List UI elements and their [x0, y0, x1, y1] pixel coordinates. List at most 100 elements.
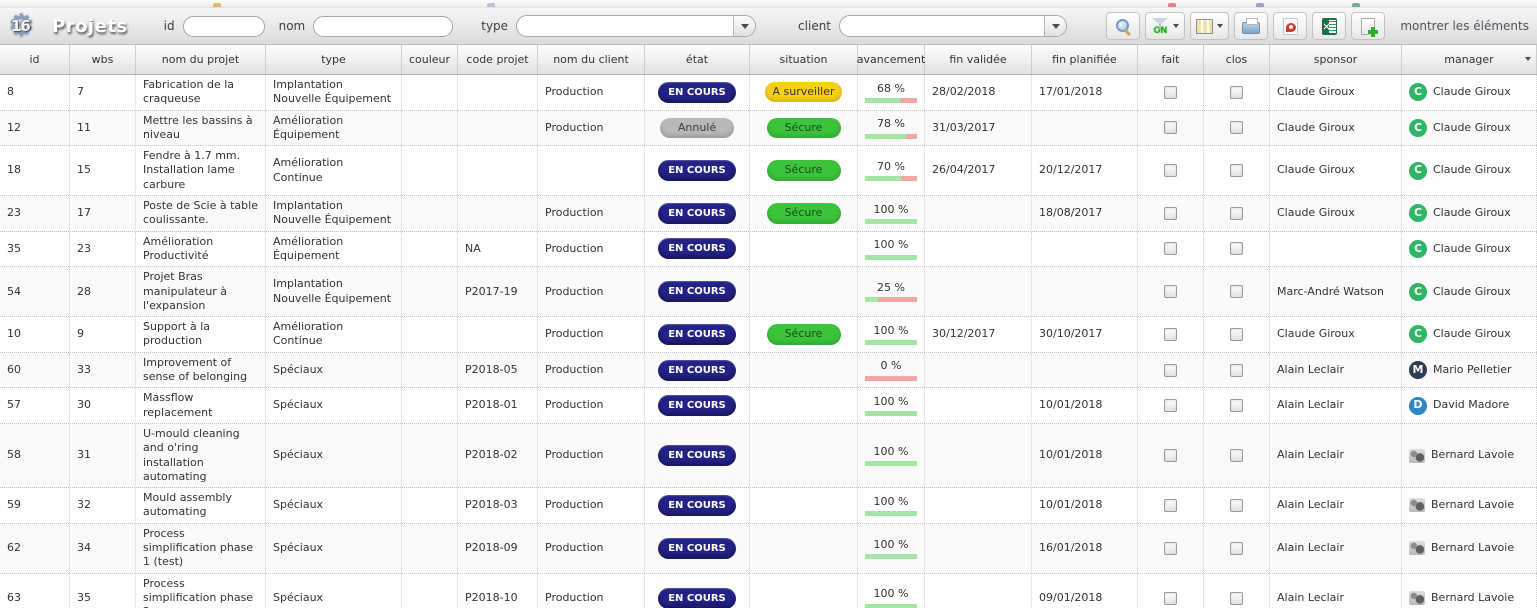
column-header-code[interactable]: code projet: [458, 45, 538, 74]
table-row[interactable]: 6033Improvement of sense of belongingSpé…: [0, 353, 1537, 389]
situation-badge[interactable]: Sécure: [767, 324, 841, 344]
fait-checkbox[interactable]: [1164, 328, 1177, 341]
clos-checkbox[interactable]: [1230, 592, 1243, 605]
cell-client-text: Production: [545, 85, 604, 99]
column-header-label: wbs: [92, 53, 114, 66]
filter-nom-input[interactable]: [313, 16, 453, 37]
table-row[interactable]: 87Fabrication de la craqueuseImplantatio…: [0, 75, 1537, 111]
columns-chooser-button[interactable]: [1190, 12, 1229, 40]
filter-client-input[interactable]: [840, 16, 1044, 36]
cell-sponsor-text: Alain Leclair: [1277, 398, 1344, 412]
column-header-name[interactable]: nom du projet: [136, 45, 266, 74]
filter-type-input[interactable]: [517, 16, 733, 36]
etat-badge[interactable]: EN COURS: [658, 82, 736, 103]
fait-checkbox[interactable]: [1164, 592, 1177, 605]
column-header-couleur[interactable]: couleur: [402, 45, 458, 74]
search-button[interactable]: [1106, 12, 1140, 40]
cell-situation: [750, 488, 858, 523]
clos-checkbox[interactable]: [1230, 542, 1243, 555]
table-row[interactable]: 5730Massflow replacementSpéciauxP2018-01…: [0, 388, 1537, 424]
table-row[interactable]: 1815Fendre à 1.7 mm. Installation lame c…: [0, 146, 1537, 196]
cell-wbs-text: 17: [77, 206, 91, 220]
column-header-etat[interactable]: état: [645, 45, 750, 74]
column-header-wbs[interactable]: wbs: [70, 45, 136, 74]
clos-checkbox[interactable]: [1230, 328, 1243, 341]
manager-avatar: D: [1409, 397, 1427, 415]
clos-checkbox[interactable]: [1230, 121, 1243, 134]
filter-client-dropdown-button[interactable]: [1044, 16, 1066, 36]
fait-checkbox[interactable]: [1164, 242, 1177, 255]
fait-checkbox[interactable]: [1164, 285, 1177, 298]
page-title: Projets: [52, 16, 128, 37]
etat-badge[interactable]: EN COURS: [658, 360, 736, 381]
table-row[interactable]: 5932Mould assembly automatingSpéciauxP20…: [0, 488, 1537, 524]
table-row[interactable]: 6335Process simplification phase 2Spécia…: [0, 574, 1537, 608]
filter-id-input[interactable]: [183, 16, 265, 37]
etat-badge[interactable]: Annulé: [660, 118, 734, 138]
column-header-clos[interactable]: clos: [1204, 45, 1270, 74]
add-project-button[interactable]: [1351, 12, 1385, 40]
clos-checkbox[interactable]: [1230, 285, 1243, 298]
column-menu-arrow-icon[interactable]: [1525, 57, 1531, 61]
fait-checkbox[interactable]: [1164, 499, 1177, 512]
column-header-fait[interactable]: fait: [1138, 45, 1204, 74]
etat-badge[interactable]: EN COURS: [658, 495, 736, 516]
etat-badge[interactable]: EN COURS: [658, 160, 736, 181]
etat-badge[interactable]: EN COURS: [658, 324, 736, 345]
etat-badge[interactable]: EN COURS: [658, 203, 736, 224]
filter-toggle-button[interactable]: ON: [1145, 12, 1185, 40]
column-header-sponsor[interactable]: sponsor: [1270, 45, 1402, 74]
column-header-id[interactable]: id: [0, 45, 70, 74]
print-button[interactable]: [1234, 12, 1268, 40]
filter-type-dropdown-button[interactable]: [733, 16, 755, 36]
fait-checkbox[interactable]: [1164, 364, 1177, 377]
clos-checkbox[interactable]: [1230, 364, 1243, 377]
table-row[interactable]: 6234Process simplification phase 1 (test…: [0, 524, 1537, 574]
table-row[interactable]: 5831U-mould cleaning and o'ring installa…: [0, 424, 1537, 488]
fait-checkbox[interactable]: [1164, 164, 1177, 177]
clos-checkbox[interactable]: [1230, 242, 1243, 255]
situation-badge[interactable]: Sécure: [767, 118, 841, 138]
etat-badge[interactable]: EN COURS: [658, 445, 736, 466]
cell-client: Production: [538, 111, 645, 146]
export-excel-button[interactable]: [1312, 12, 1346, 40]
cell-fin-planifiee-text: 30/10/2017: [1039, 327, 1102, 341]
column-header-fin_planifiee[interactable]: fin planifiée: [1032, 45, 1138, 74]
situation-badge[interactable]: A surveiller: [765, 82, 843, 102]
fait-checkbox[interactable]: [1164, 542, 1177, 555]
clos-checkbox[interactable]: [1230, 399, 1243, 412]
column-header-manager[interactable]: manager: [1402, 45, 1537, 74]
etat-badge[interactable]: EN COURS: [658, 281, 736, 302]
cell-avancement: 100 %: [858, 388, 925, 423]
cell-sponsor-text: Alain Leclair: [1277, 498, 1344, 512]
show-elements-label[interactable]: montrer les éléments: [1400, 19, 1529, 33]
etat-badge[interactable]: EN COURS: [658, 588, 736, 608]
situation-badge[interactable]: Sécure: [767, 160, 841, 180]
etat-badge[interactable]: EN COURS: [658, 538, 736, 559]
clos-checkbox[interactable]: [1230, 449, 1243, 462]
clos-checkbox[interactable]: [1230, 207, 1243, 220]
fait-checkbox[interactable]: [1164, 207, 1177, 220]
fait-checkbox[interactable]: [1164, 86, 1177, 99]
column-header-fin_validee[interactable]: fin validée: [925, 45, 1032, 74]
export-pdf-button[interactable]: [1273, 12, 1307, 40]
fait-checkbox[interactable]: [1164, 121, 1177, 134]
fait-checkbox[interactable]: [1164, 449, 1177, 462]
table-row[interactable]: 5428Projet Bras manipulateur à l'expansi…: [0, 267, 1537, 317]
etat-badge[interactable]: EN COURS: [658, 395, 736, 416]
clos-checkbox[interactable]: [1230, 499, 1243, 512]
table-row[interactable]: 1211Mettre les bassins à niveauAméliorat…: [0, 111, 1537, 147]
column-header-type[interactable]: type: [266, 45, 402, 74]
column-header-client[interactable]: nom du client: [538, 45, 645, 74]
cell-sponsor: Alain Leclair: [1270, 353, 1402, 388]
situation-badge[interactable]: Sécure: [767, 203, 841, 223]
column-header-situation[interactable]: situation: [750, 45, 858, 74]
clos-checkbox[interactable]: [1230, 86, 1243, 99]
etat-badge[interactable]: EN COURS: [658, 238, 736, 259]
fait-checkbox[interactable]: [1164, 399, 1177, 412]
table-row[interactable]: 2317Poste de Scie à table coulissante.Im…: [0, 196, 1537, 232]
column-header-avancement[interactable]: avancement: [858, 45, 925, 74]
clos-checkbox[interactable]: [1230, 164, 1243, 177]
table-row[interactable]: 3523Amélioration ProductivitéAmélioratio…: [0, 232, 1537, 268]
table-row[interactable]: 109Support à la productionAmélioration C…: [0, 317, 1537, 353]
